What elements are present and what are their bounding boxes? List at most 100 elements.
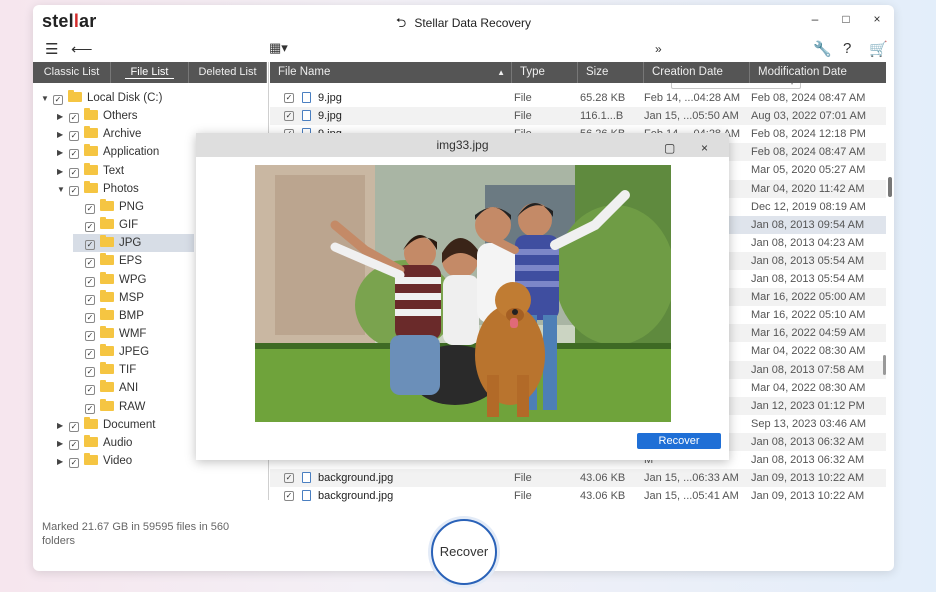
modification-date-cell: Jan 08, 2013 07:58 AM xyxy=(751,363,865,376)
tree-node[interactable]: ✓ ANI xyxy=(73,379,138,397)
undo-arrow-icon[interactable]: ⮌ xyxy=(396,14,406,36)
row-checkbox[interactable]: ✓ xyxy=(284,491,294,502)
collapsed-arrow-icon[interactable]: ▶ xyxy=(57,144,69,162)
table-scrollbar[interactable] xyxy=(888,177,892,197)
expanded-arrow-icon[interactable]: ▼ xyxy=(41,90,53,108)
sort-asc-icon: ▲ xyxy=(497,68,505,77)
preview-recover-button[interactable]: Recover xyxy=(637,433,721,449)
tab-file-list[interactable]: File List xyxy=(111,62,189,83)
tree-node[interactable]: ✓ WMF xyxy=(73,325,146,343)
row-checkbox[interactable]: ✓ xyxy=(284,111,294,122)
preview-close-button[interactable]: × xyxy=(701,136,708,160)
col-type[interactable]: Type xyxy=(512,62,578,83)
checkbox[interactable]: ✓ xyxy=(69,113,79,124)
expand-icon[interactable]: » xyxy=(655,42,662,56)
checkbox[interactable]: ✓ xyxy=(85,294,95,305)
checkbox[interactable]: ✓ xyxy=(53,95,63,105)
collapsed-arrow-icon[interactable]: ▶ xyxy=(57,126,69,144)
recover-button[interactable]: Recover xyxy=(431,519,497,585)
modification-date-cell: Jan 08, 2013 04:23 AM xyxy=(751,236,865,249)
checkbox[interactable]: ✓ xyxy=(85,312,95,323)
checkbox[interactable]: ✓ xyxy=(69,131,79,142)
checkbox[interactable]: ✓ xyxy=(85,330,95,341)
table-row[interactable]: ✓ 9.jpg File 65.28 KB Feb 14, ...04:28 AM Feb… xyxy=(270,89,886,107)
collapsed-arrow-icon[interactable]: ▶ xyxy=(57,417,69,435)
tree-node-label: MSP xyxy=(119,291,144,304)
collapsed-arrow-icon[interactable]: ▶ xyxy=(57,108,69,126)
tree-node[interactable]: ✓ TIF xyxy=(73,361,136,379)
tree-node[interactable]: ▶ ✓ Archive xyxy=(57,125,141,143)
modification-date-cell: Feb 08, 2024 08:47 AM xyxy=(751,92,866,104)
grid-view-icon[interactable]: ▦▾ xyxy=(269,40,288,56)
checkbox[interactable]: ✓ xyxy=(85,276,95,287)
tree-node[interactable]: ▶ ✓ Others xyxy=(57,107,138,125)
checkbox[interactable]: ✓ xyxy=(85,385,95,396)
checkbox[interactable]: ✓ xyxy=(85,240,95,251)
help-icon[interactable]: ? xyxy=(843,40,851,57)
tree-node[interactable]: ✓ MSP xyxy=(73,289,144,307)
preview-maximize-button[interactable]: ▢ xyxy=(664,136,675,160)
maximize-button[interactable]: □ xyxy=(836,12,856,30)
tree-node[interactable]: ▶ ✓ Text xyxy=(57,162,124,180)
checkbox[interactable]: ✓ xyxy=(85,203,95,214)
collapsed-arrow-icon[interactable]: ▶ xyxy=(57,435,69,453)
tree-node-label: WPG xyxy=(119,273,147,286)
tab-deleted-list[interactable]: Deleted List xyxy=(189,62,267,83)
tree-node[interactable]: ✓ RAW xyxy=(73,398,145,416)
tree-node-label: WMF xyxy=(119,327,147,340)
tree-node[interactable]: ✓ JPG xyxy=(73,234,194,253)
checkbox[interactable]: ✓ xyxy=(69,149,79,160)
tab-classic-list[interactable]: Classic List xyxy=(33,62,111,83)
checkbox[interactable]: ✓ xyxy=(85,367,95,378)
col-modification-date[interactable]: Modification Date xyxy=(750,62,886,83)
tree-node[interactable]: ✓ EPS xyxy=(73,252,142,270)
checkbox[interactable]: ✓ xyxy=(85,403,95,414)
file-size-cell: 116.1...B xyxy=(580,110,624,123)
folder-icon xyxy=(100,344,114,357)
tree-node[interactable]: ▼ ✓ Local Disk (C:) xyxy=(41,89,162,107)
modification-date-cell: Jan 08, 2013 06:32 AM xyxy=(751,435,865,448)
file-type-cell: File xyxy=(514,92,532,104)
expanded-arrow-icon[interactable]: ▼ xyxy=(57,181,69,199)
tree-node-label: Document xyxy=(103,418,156,431)
tree-node[interactable]: ✓ BMP xyxy=(73,307,144,325)
tree-node[interactable]: ▼ ✓ Photos xyxy=(57,180,139,198)
table-row[interactable]: ✓ background.jpg File 43.06 KB Jan 15, ...05… xyxy=(270,487,886,505)
checkbox[interactable]: ✓ xyxy=(69,421,79,432)
table-scrollbar-inner[interactable] xyxy=(883,355,886,375)
tree-node[interactable]: ✓ JPEG xyxy=(73,343,149,361)
checkbox[interactable]: ✓ xyxy=(85,222,95,233)
tree-node[interactable]: ▶ ✓ Document xyxy=(57,416,155,434)
col-file-name[interactable]: File Name ▲ xyxy=(270,62,512,83)
close-button[interactable]: × xyxy=(867,12,887,30)
tree-node[interactable]: ✓ WPG xyxy=(73,271,146,289)
row-checkbox[interactable]: ✓ xyxy=(284,93,294,103)
cart-icon[interactable]: 🛒 xyxy=(869,40,888,58)
col-creation-date[interactable]: Creation Date xyxy=(644,62,750,83)
modification-date-cell: Mar 05, 2020 05:27 AM xyxy=(751,164,866,177)
checkbox[interactable]: ✓ xyxy=(85,349,95,360)
checkbox[interactable]: ✓ xyxy=(69,185,79,196)
checkbox[interactable]: ✓ xyxy=(69,458,79,468)
tree-node[interactable]: ✓ GIF xyxy=(73,216,138,234)
tree-node[interactable]: ▶ ✓ Video xyxy=(57,452,132,470)
tree-node[interactable]: ▶ ✓ Application xyxy=(57,143,159,161)
hamburger-icon[interactable]: ☰ xyxy=(45,40,58,58)
collapsed-arrow-icon[interactable]: ▶ xyxy=(57,163,69,181)
tree-node[interactable]: ✓ PNG xyxy=(73,198,144,216)
modification-date-cell: Sep 13, 2023 03:46 AM xyxy=(751,417,866,430)
checkbox[interactable]: ✓ xyxy=(69,167,79,178)
checkbox[interactable]: ✓ xyxy=(85,258,95,269)
checkbox[interactable]: ✓ xyxy=(69,439,79,450)
table-header: File Name ▲ Type Size Creation Date Modif… xyxy=(270,62,886,83)
table-row[interactable]: ✓ background.jpg File 43.06 KB Jan 15, ...06… xyxy=(270,469,886,488)
tree-node[interactable]: ▶ ✓ Audio xyxy=(57,434,132,452)
col-size[interactable]: Size xyxy=(578,62,644,83)
collapsed-arrow-icon[interactable]: ▶ xyxy=(57,453,69,471)
folder-icon xyxy=(84,162,98,175)
table-row[interactable]: ✓ 9.jpg File 116.1...B Jan 15, ...05:50 AM Au… xyxy=(270,107,886,126)
back-arrow-icon[interactable]: ⟵ xyxy=(71,40,93,58)
row-checkbox[interactable]: ✓ xyxy=(284,473,294,484)
minimize-button[interactable]: – xyxy=(805,12,825,30)
wrench-icon[interactable]: 🔧 xyxy=(813,40,832,58)
